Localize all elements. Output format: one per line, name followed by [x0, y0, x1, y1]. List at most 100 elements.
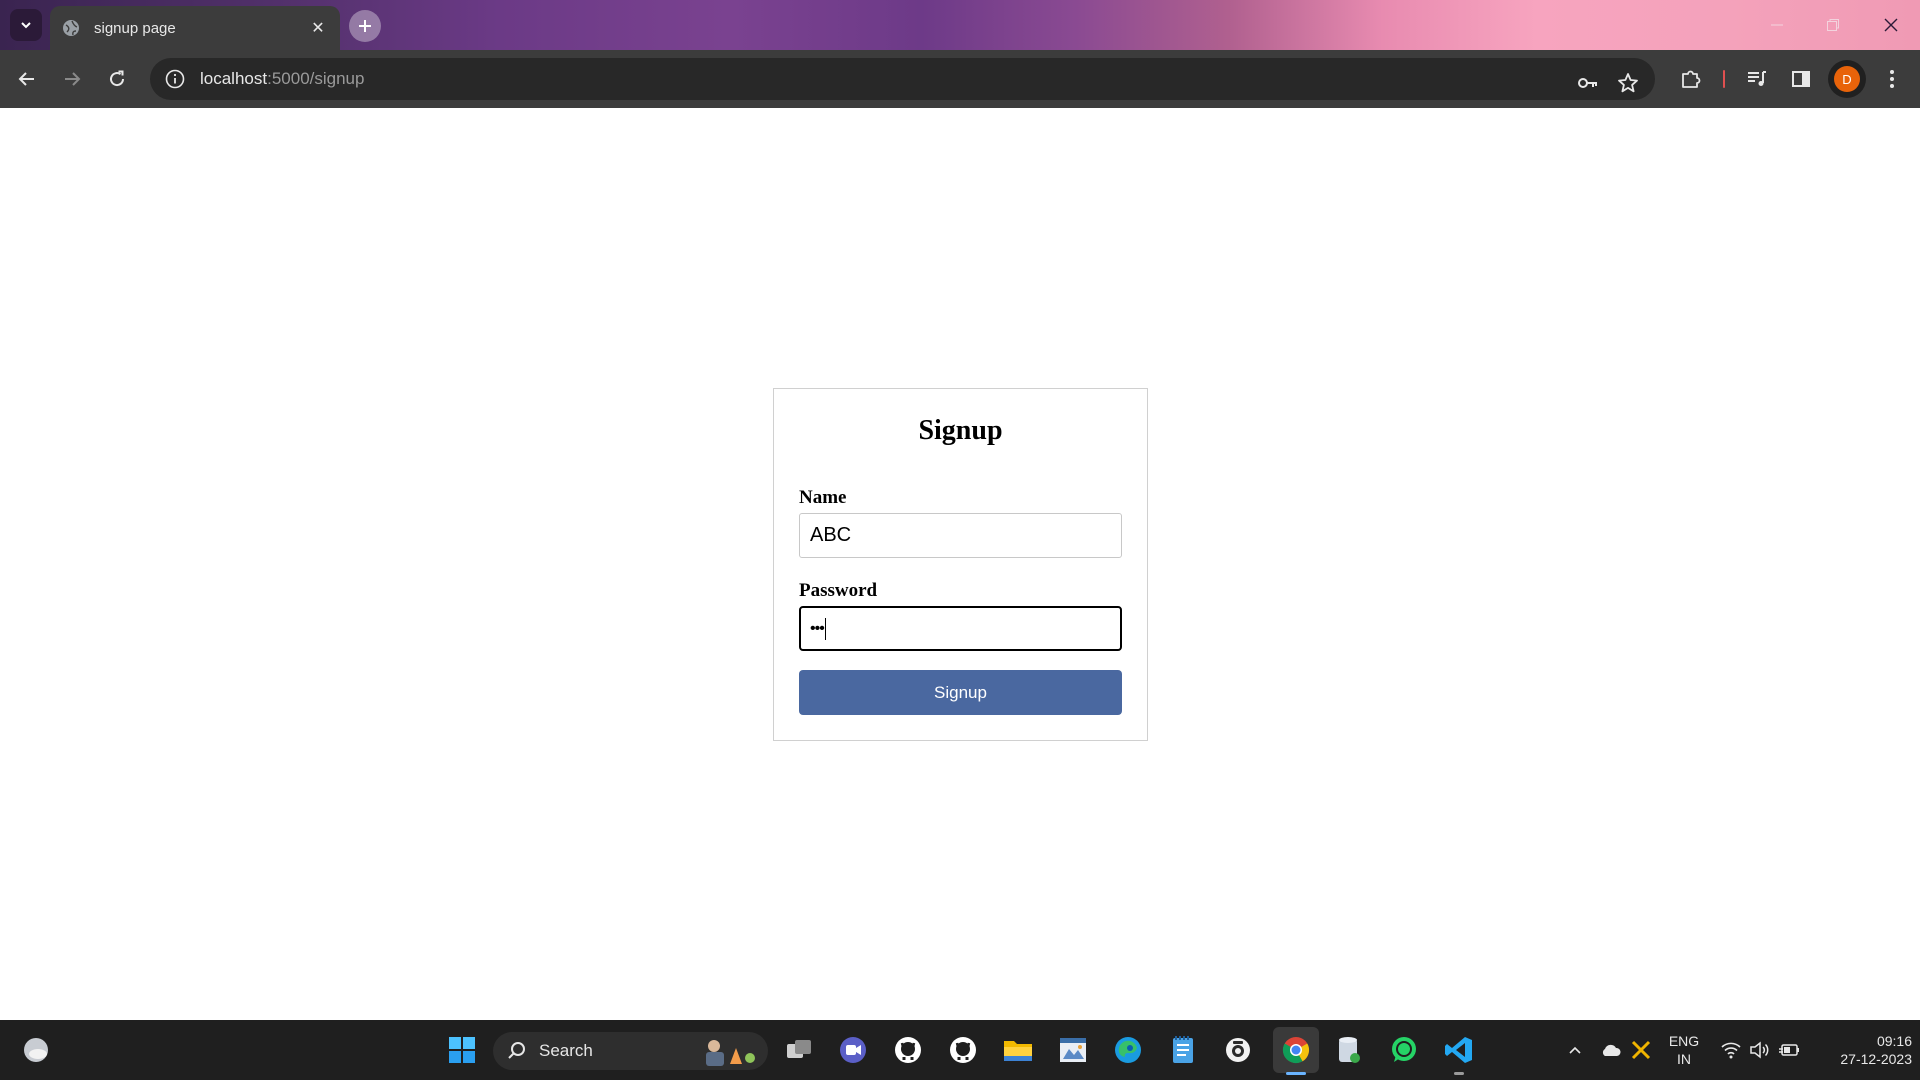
- bookmark-button[interactable]: [1612, 67, 1644, 99]
- weather-widget[interactable]: [16, 1030, 56, 1070]
- language-code: ENG: [1668, 1033, 1700, 1049]
- avatar[interactable]: D: [1834, 66, 1860, 92]
- volume-icon: [1750, 1041, 1769, 1059]
- media-controls-button[interactable]: [1741, 63, 1773, 95]
- side-panel-button[interactable]: [1785, 63, 1817, 95]
- taskbar-app-photos[interactable]: [1053, 1030, 1093, 1070]
- new-tab-button[interactable]: [349, 10, 381, 42]
- edge-icon: [1115, 1037, 1141, 1063]
- reload-button[interactable]: [101, 63, 133, 95]
- site-info-icon[interactable]: [164, 68, 186, 90]
- back-button[interactable]: [11, 63, 43, 95]
- plus-icon: [359, 20, 371, 32]
- task-view-icon: [787, 1040, 811, 1058]
- url-path: :5000/signup: [267, 69, 365, 88]
- name-input-value: ABC: [810, 524, 852, 546]
- github-icon: [950, 1037, 976, 1063]
- password-input[interactable]: •••: [799, 606, 1122, 651]
- volume-tray-icon[interactable]: [1745, 1030, 1775, 1070]
- windows-logo-icon: [449, 1037, 475, 1063]
- language-region: IN: [1677, 1051, 1691, 1067]
- arrow-left-icon: [18, 72, 34, 86]
- address-bar[interactable]: localhost:5000/signup: [150, 58, 1655, 100]
- browser-menu-button[interactable]: [1876, 63, 1908, 95]
- cloud-icon: [1602, 1044, 1621, 1056]
- toolbar-divider: [1723, 70, 1725, 88]
- minimize-icon: [1771, 24, 1783, 26]
- search-icon: [508, 1042, 525, 1059]
- close-window-button[interactable]: [1868, 10, 1914, 40]
- tab-signup-page[interactable]: signup page ✕: [50, 6, 340, 50]
- more-vertical-icon: [1890, 70, 1894, 88]
- restore-button[interactable]: [1810, 10, 1856, 40]
- notepad-icon: [1173, 1036, 1193, 1063]
- onedrive-tray-icon[interactable]: [1596, 1030, 1626, 1070]
- star-icon: [1618, 73, 1638, 93]
- chrome-icon: [1282, 1037, 1310, 1064]
- clock[interactable]: 09:16 27-12-2023: [1812, 1032, 1912, 1068]
- video-call-icon: [840, 1037, 866, 1063]
- puzzle-icon: [1682, 70, 1701, 88]
- taskbar-app-vscode[interactable]: [1439, 1030, 1479, 1070]
- password-input-value: •••: [810, 619, 825, 637]
- folder-icon: [1004, 1041, 1032, 1061]
- wifi-tray-icon[interactable]: [1716, 1030, 1746, 1070]
- taskbar-app-whatsapp[interactable]: [1384, 1030, 1424, 1070]
- tray-overflow-button[interactable]: [1560, 1030, 1590, 1070]
- taskbar-app-github-1[interactable]: [888, 1030, 928, 1070]
- arrow-right-icon: [65, 72, 81, 86]
- clock-time: 09:16: [1876, 1033, 1912, 1049]
- signup-button[interactable]: Signup: [799, 670, 1122, 715]
- password-label: Password: [799, 580, 878, 601]
- signup-form: Signup Name ABC Password ••• Signup: [773, 388, 1148, 741]
- search-highlight-icon: [706, 1040, 755, 1066]
- chevron-up-icon: [1569, 1046, 1581, 1054]
- extensions-button[interactable]: [1675, 63, 1707, 95]
- tab-search-button[interactable]: [10, 9, 42, 41]
- key-icon: [1578, 78, 1597, 88]
- vscode-running-indicator: [1454, 1072, 1464, 1075]
- taskbar-app-chrome[interactable]: [1273, 1027, 1319, 1073]
- url-host: localhost: [200, 69, 268, 88]
- forward-button[interactable]: [56, 63, 88, 95]
- battery-charging-icon: [1779, 1044, 1799, 1056]
- chevron-down-icon: [21, 22, 31, 29]
- whatsapp-icon: [1392, 1037, 1416, 1062]
- url-text: localhost:5000/signup: [200, 69, 364, 89]
- cross-tools-icon: [1631, 1040, 1651, 1060]
- app-tray-icon[interactable]: [1626, 1030, 1656, 1070]
- chrome-active-indicator: [1286, 1072, 1306, 1075]
- name-label: Name: [799, 487, 847, 508]
- language-indicator[interactable]: ENG IN: [1664, 1032, 1704, 1068]
- taskbar-app-snipping[interactable]: [1218, 1030, 1258, 1070]
- globe-icon: [62, 19, 80, 37]
- minimize-button[interactable]: [1754, 10, 1800, 40]
- database-icon: [1339, 1037, 1360, 1063]
- battery-tray-icon[interactable]: [1774, 1030, 1804, 1070]
- search-label: Search: [539, 1041, 593, 1060]
- taskbar-app-db-browser[interactable]: [1329, 1030, 1369, 1070]
- taskbar-search[interactable]: Search: [493, 1032, 768, 1070]
- start-button[interactable]: [442, 1030, 482, 1070]
- taskbar-app-meet[interactable]: [833, 1030, 873, 1070]
- taskbar-app-edge[interactable]: [1108, 1030, 1148, 1070]
- reload-icon: [110, 70, 125, 87]
- taskbar-app-notepad[interactable]: [1163, 1030, 1203, 1070]
- close-icon: [1884, 18, 1898, 32]
- browser-titlebar: signup page ✕: [0, 0, 1920, 50]
- tab-close-icon[interactable]: ✕: [308, 18, 328, 38]
- taskbar-app-github-2[interactable]: [943, 1030, 983, 1070]
- vscode-icon: [1445, 1037, 1472, 1063]
- form-heading: Signup: [918, 415, 1003, 446]
- camera-icon: [1226, 1038, 1250, 1062]
- name-input[interactable]: ABC: [799, 513, 1122, 558]
- text-caret: [824, 617, 826, 640]
- image-viewer-icon: [1060, 1038, 1086, 1062]
- github-icon: [895, 1037, 921, 1063]
- password-manager-button[interactable]: [1572, 67, 1604, 99]
- taskbar-app-file-explorer[interactable]: [998, 1030, 1038, 1070]
- taskbar: Search ENG IN 09:16 27-12-2023: [0, 1020, 1920, 1080]
- playlist-icon: [1748, 71, 1766, 86]
- clock-date: 27-12-2023: [1840, 1051, 1912, 1067]
- taskbar-app-task-view[interactable]: [779, 1030, 819, 1070]
